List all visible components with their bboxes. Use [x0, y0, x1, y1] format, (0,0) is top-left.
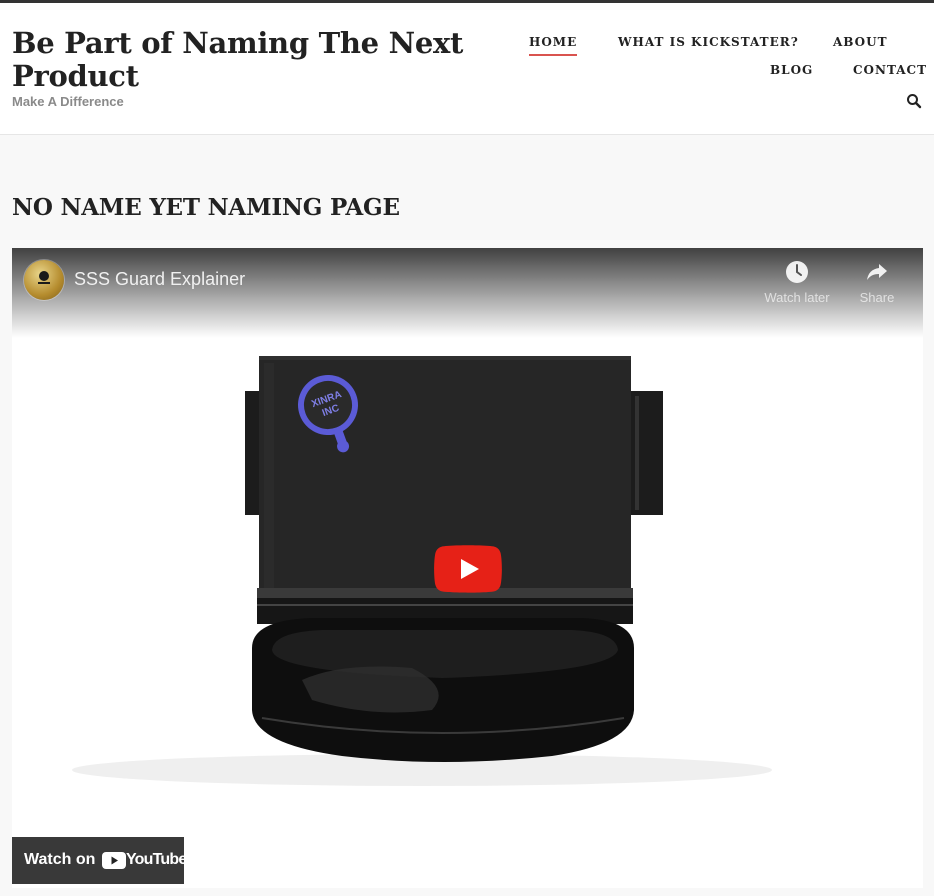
clock-icon: [786, 261, 808, 283]
watch-on-label: Watch on: [24, 851, 96, 868]
share-label: Share: [859, 290, 895, 305]
youtube-wordmark: YouTube: [126, 851, 187, 868]
play-icon: [434, 545, 502, 593]
video-embed[interactable]: XINRA INC SSS Guard Explainer Watch late…: [12, 248, 923, 888]
site-header: Be Part of Naming The Next Product Make …: [0, 3, 934, 135]
page-title: NO NAME YET NAMING PAGE: [12, 194, 400, 221]
nav-contact[interactable]: CONTACT: [853, 63, 927, 77]
video-title[interactable]: SSS Guard Explainer: [74, 269, 245, 290]
nav-about[interactable]: ABOUT: [833, 35, 888, 49]
nav-blog[interactable]: BLOG: [770, 63, 813, 77]
site-title[interactable]: Be Part of Naming The Next Product: [12, 27, 472, 93]
channel-avatar[interactable]: [24, 260, 64, 300]
watch-on-youtube-button[interactable]: Watch on YouTube: [12, 837, 187, 884]
play-button[interactable]: [434, 545, 502, 593]
watch-later-button[interactable]: Watch later: [757, 260, 837, 305]
search-icon[interactable]: [906, 93, 922, 109]
site-tagline: Make A Difference: [12, 94, 124, 109]
share-button[interactable]: Share: [837, 260, 917, 305]
youtube-logo-icon: [102, 852, 126, 869]
share-arrow-icon: [867, 264, 887, 280]
nav-what-is-kickstater[interactable]: WHAT IS KICKSTATER?: [618, 35, 799, 49]
watch-later-label: Watch later: [764, 290, 830, 305]
nav-home[interactable]: HOME: [529, 35, 578, 56]
